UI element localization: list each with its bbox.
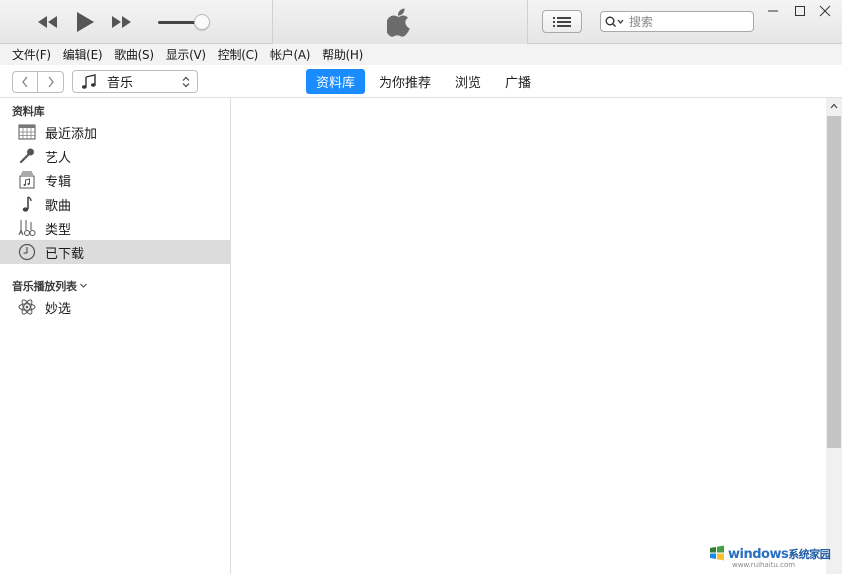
sidebar-item-label: 最近添加 <box>45 126 98 142</box>
vertical-scrollbar[interactable] <box>826 98 842 574</box>
scroll-up-button[interactable] <box>826 98 842 114</box>
menu-bar: 文件(F) 编辑(E) 歌曲(S) 显示(V) 控制(C) 帐户(A) 帮助(H… <box>0 44 842 65</box>
rewind-icon <box>38 16 57 28</box>
library-section-header: 资料库 <box>12 105 45 118</box>
apple-logo-icon <box>387 8 410 37</box>
watermark-url: www.ruihaitu.com <box>732 561 796 569</box>
watermark-main: windows <box>728 547 789 562</box>
search-input[interactable] <box>629 14 747 29</box>
fast-forward-icon <box>112 16 131 28</box>
playlists-header-label: 音乐播放列表 <box>12 280 77 293</box>
sidebar-item-label: 歌曲 <box>45 198 72 214</box>
menu-controls[interactable]: 控制(C) <box>212 46 264 63</box>
menu-view[interactable]: 显示(V) <box>160 46 212 63</box>
section-tabs: 资料库 为你推荐 浏览 广播 <box>306 69 541 94</box>
list-icon <box>553 16 571 27</box>
grid-calendar-icon <box>18 123 36 141</box>
menu-file[interactable]: 文件(F) <box>6 46 57 63</box>
tab-for-you[interactable]: 为你推荐 <box>369 69 441 94</box>
download-clock-icon <box>18 243 36 261</box>
sidebar-item-songs[interactable]: 歌曲 <box>0 192 230 216</box>
sidebar-item-recently-added[interactable]: 最近添加 <box>0 120 230 144</box>
navigation-bar: 音乐 资料库 为你推荐 浏览 广播 <box>0 65 842 98</box>
windows-logo-icon <box>710 545 724 561</box>
back-button[interactable] <box>12 71 38 93</box>
menu-help[interactable]: 帮助(H) <box>316 46 369 63</box>
main-content-area <box>231 98 825 574</box>
sidebar-item-label: 艺人 <box>45 150 72 166</box>
sidebar-item-label: 已下载 <box>45 246 85 262</box>
playlists-section-header[interactable]: 音乐播放列表 <box>12 278 88 294</box>
watermark: windows系统家园 www.ruihaitu.com <box>708 540 836 570</box>
music-note-icon <box>82 73 96 89</box>
sidebar-item-genres[interactable]: 类型 <box>0 216 230 240</box>
media-kind-label: 音乐 <box>107 76 134 91</box>
previous-button[interactable] <box>36 14 60 30</box>
sidebar-item-downloaded[interactable]: 已下载 <box>0 240 230 264</box>
sidebar-item-artists[interactable]: 艺人 <box>0 144 230 168</box>
sidebar-item-label: 妙选 <box>45 301 72 317</box>
tab-library[interactable]: 资料库 <box>306 69 366 94</box>
sidebar-item-label: 专辑 <box>45 174 72 190</box>
menu-edit[interactable]: 编辑(E) <box>57 46 108 63</box>
search-box[interactable] <box>600 11 754 32</box>
sidebar: 资料库 最近添加 艺人 专辑 歌曲 类型 已下载 音乐播放列表 妙选 <box>0 98 231 574</box>
chevron-down-icon <box>79 283 87 288</box>
maximize-button[interactable] <box>787 0 813 22</box>
media-kind-selector[interactable]: 音乐 <box>72 70 198 93</box>
volume-slider[interactable] <box>158 14 210 30</box>
close-button[interactable] <box>812 0 838 22</box>
close-icon <box>819 5 831 17</box>
up-next-list-button[interactable] <box>542 10 582 33</box>
search-icon <box>605 16 624 27</box>
sidebar-item-albums[interactable]: 专辑 <box>0 168 230 192</box>
watermark-text: windows系统家园 <box>728 546 831 562</box>
music-note-icon <box>18 195 36 213</box>
play-icon <box>77 12 94 32</box>
chevron-up-icon <box>830 103 838 109</box>
minimize-icon <box>768 10 778 12</box>
player-toolbar <box>0 0 842 44</box>
next-button[interactable] <box>110 14 134 30</box>
volume-knob[interactable] <box>194 14 210 30</box>
transport-controls <box>36 8 134 36</box>
atom-icon <box>18 298 36 316</box>
chevron-right-icon <box>47 76 54 88</box>
menu-song[interactable]: 歌曲(S) <box>108 46 159 63</box>
sidebar-item-label: 类型 <box>45 222 72 238</box>
scroll-thumb[interactable] <box>827 116 841 448</box>
album-icon <box>18 171 36 189</box>
tab-radio[interactable]: 广播 <box>495 69 541 94</box>
lcd-display <box>272 0 528 44</box>
play-button[interactable] <box>74 10 96 34</box>
forward-button[interactable] <box>38 71 64 93</box>
genre-icon <box>18 219 36 237</box>
sidebar-item-genius-mixes[interactable]: 妙选 <box>0 295 230 319</box>
itunes-window: 文件(F) 编辑(E) 歌曲(S) 显示(V) 控制(C) 帐户(A) 帮助(H… <box>0 0 842 574</box>
menu-account[interactable]: 帐户(A) <box>264 46 316 63</box>
tab-browse[interactable]: 浏览 <box>445 69 491 94</box>
microphone-icon <box>18 147 36 165</box>
minimize-button[interactable] <box>760 0 786 22</box>
watermark-sub: 系统家园 <box>788 548 831 561</box>
updown-chevron-icon <box>182 76 190 87</box>
maximize-icon <box>795 6 805 16</box>
chevron-left-icon <box>22 76 28 88</box>
